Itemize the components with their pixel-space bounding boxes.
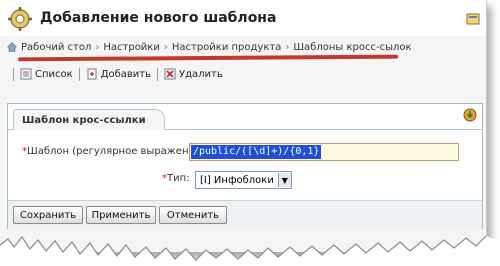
list-button-label: Список — [35, 68, 73, 80]
annotation-underline — [17, 54, 399, 62]
form-body — [8, 130, 482, 200]
toolbar-divider — [13, 67, 14, 81]
add-document-icon — [87, 68, 97, 80]
add-button[interactable]: Добавить — [86, 68, 151, 80]
type-label-text: Тип: — [167, 173, 190, 184]
pattern-input[interactable]: /public/([\d]+)/{0,1} — [189, 143, 459, 161]
list-button[interactable]: Список — [20, 68, 73, 80]
list-icon — [20, 68, 32, 80]
breadcrumb-separator: › — [163, 41, 168, 53]
toolbar-divider — [157, 67, 159, 81]
title-bar: Добавление нового шаблона — [0, 0, 486, 36]
pattern-label: *Шаблон (регулярное выражение): — [22, 146, 208, 157]
breadcrumb-item-settings[interactable]: Настройки — [103, 42, 159, 53]
apply-button[interactable]: Применить — [86, 206, 156, 224]
save-button[interactable]: Сохранить — [13, 206, 83, 224]
chevron-down-icon[interactable]: ▼ — [277, 173, 291, 187]
settings-gear-icon — [8, 7, 32, 31]
home-icon[interactable] — [7, 42, 17, 52]
torn-edge — [0, 235, 500, 266]
breadcrumb-item-desktop[interactable]: Рабочий стол — [21, 42, 91, 53]
tab-crosslink-template[interactable]: Шаблон крос-ссылки — [13, 109, 165, 130]
pattern-label-text: Шаблон (регулярное выражение): — [27, 146, 209, 157]
breadcrumb-separator: › — [95, 41, 100, 53]
type-label: *Тип: — [162, 173, 190, 184]
type-select-value: [I] Инфоблоки — [200, 174, 274, 186]
toolbar: Список Добавить Удалить — [7, 64, 479, 84]
form-panel: Шаблон крос-ссылки Сохранить Применить О… — [7, 103, 483, 229]
toolbar-divider — [78, 67, 80, 81]
page-title: Добавление нового шаблона — [40, 10, 277, 26]
admin-window: Добавление нового шаблона Рабочий стол ›… — [0, 0, 487, 252]
breadcrumb-separator: › — [285, 41, 290, 53]
cancel-button[interactable]: Отменить — [159, 206, 227, 224]
pattern-input-value: /public/([\d]+)/{0,1} — [191, 145, 322, 159]
delete-button[interactable]: Удалить — [164, 68, 223, 80]
breadcrumb-item-crosslink-templates[interactable]: Шаблоны кросс-сылок — [293, 42, 411, 53]
add-button-label: Добавить — [100, 68, 152, 80]
download-icon[interactable] — [463, 108, 477, 122]
delete-button-label: Удалить — [179, 68, 223, 80]
breadcrumb-item-product-settings[interactable]: Настройки продукта — [172, 42, 281, 53]
type-select[interactable]: [I] Инфоблоки ▼ — [195, 171, 292, 189]
favorite-icon[interactable] — [466, 12, 480, 26]
breadcrumb: Рабочий стол › Настройки › Настройки про… — [7, 40, 412, 54]
delete-icon — [164, 68, 176, 80]
